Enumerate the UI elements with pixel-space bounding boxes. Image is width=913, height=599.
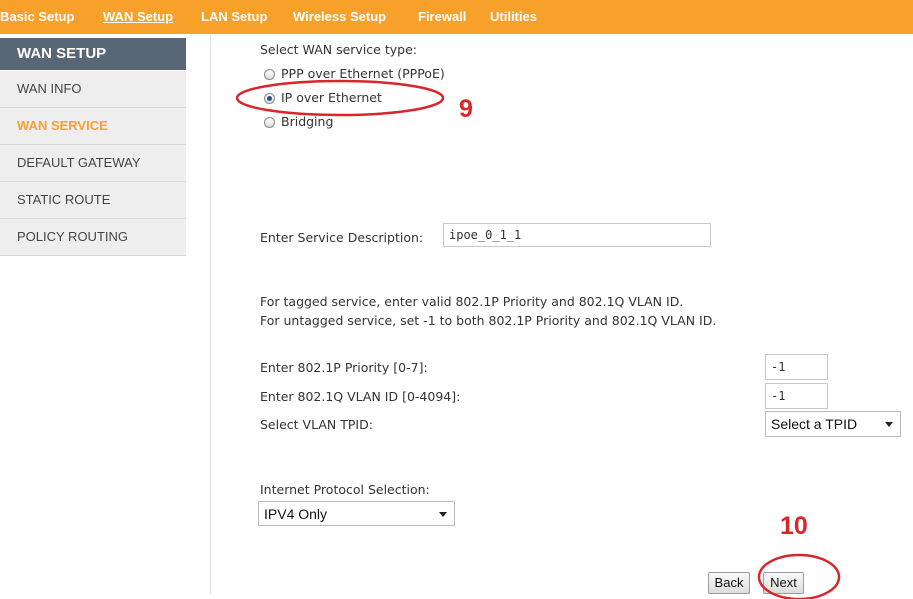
annotation-step-9: 9 (459, 95, 473, 123)
vlan-id-input[interactable] (765, 383, 828, 409)
nav-lan-setup[interactable]: LAN Setup (201, 9, 267, 24)
radio-pppoe[interactable] (264, 69, 275, 80)
radio-ipoe[interactable] (264, 93, 275, 104)
description-label: Enter Service Description: (260, 230, 424, 245)
priority-input[interactable] (765, 354, 828, 380)
sidebar-item-wan-service[interactable]: WAN SERVICE (0, 108, 186, 145)
protocol-label: Internet Protocol Selection: (260, 482, 430, 497)
service-type-label: Select WAN service type: (260, 42, 417, 57)
tpid-label: Select VLAN TPID: (260, 417, 373, 432)
untagged-note: For untagged service, set -1 to both 802… (260, 313, 717, 328)
sidebar: WAN SETUP WAN INFO WAN SERVICE DEFAULT G… (0, 34, 211, 594)
protocol-select[interactable]: IPV4 Only (258, 501, 455, 526)
tagged-note: For tagged service, enter valid 802.1P P… (260, 294, 684, 309)
vlan-id-label: Enter 802.1Q VLAN ID [0-4094]: (260, 389, 461, 404)
radio-pppoe-label[interactable]: PPP over Ethernet (PPPoE) (281, 66, 445, 81)
priority-label: Enter 802.1P Priority [0-7]: (260, 360, 428, 375)
service-description-input[interactable] (443, 223, 711, 247)
radio-ipoe-label[interactable]: IP over Ethernet (281, 90, 382, 105)
nav-basic-setup[interactable]: Basic Setup (0, 9, 74, 24)
back-button[interactable]: Back (708, 572, 750, 594)
sidebar-item-default-gateway[interactable]: DEFAULT GATEWAY (0, 145, 186, 182)
chevron-down-icon (885, 422, 893, 427)
radio-bridging-label[interactable]: Bridging (281, 114, 333, 129)
nav-firewall[interactable]: Firewall (418, 9, 466, 24)
sidebar-item-wan-info[interactable]: WAN INFO (0, 71, 186, 108)
tpid-select-value: Select a TPID (771, 416, 858, 432)
annotation-step-10: 10 (780, 512, 808, 540)
chevron-down-icon (439, 512, 447, 517)
next-button[interactable]: Next (763, 572, 804, 594)
nav-wireless-setup[interactable]: Wireless Setup (293, 9, 386, 24)
protocol-select-value: IPV4 Only (264, 506, 328, 522)
radio-bridging[interactable] (264, 117, 275, 128)
tpid-select[interactable]: Select a TPID (765, 411, 901, 437)
sidebar-item-static-route[interactable]: STATIC ROUTE (0, 182, 186, 219)
nav-wan-setup[interactable]: WAN Setup (103, 9, 173, 24)
sidebar-header: WAN SETUP (0, 38, 186, 70)
sidebar-item-policy-routing[interactable]: POLICY ROUTING (0, 219, 186, 256)
top-nav-bar: Basic Setup WAN Setup LAN Setup Wireless… (0, 0, 913, 34)
nav-utilities[interactable]: Utilities (490, 9, 537, 24)
